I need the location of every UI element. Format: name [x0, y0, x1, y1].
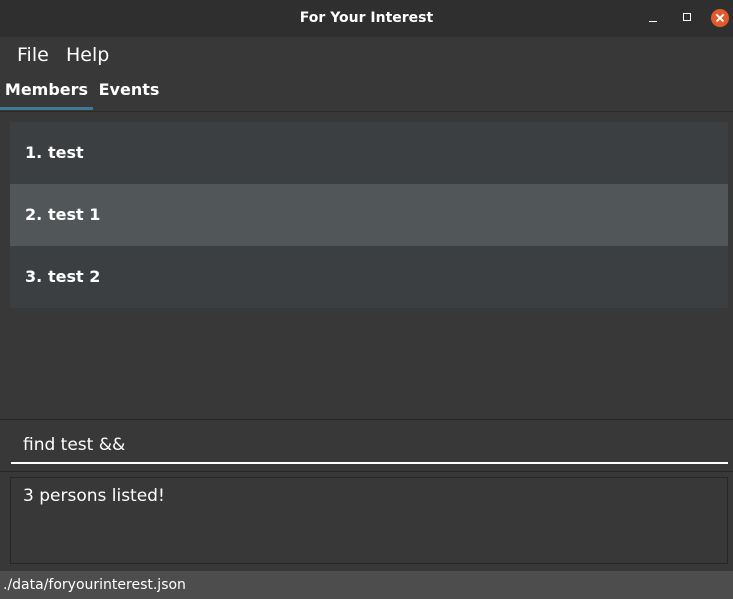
title-bar: For Your Interest — [0, 0, 733, 37]
menu-help[interactable]: Help — [66, 37, 109, 73]
save-location: ./data/foryourinterest.json — [3, 577, 186, 593]
minimize-icon — [649, 21, 657, 22]
status-bar: ./data/foryourinterest.json — [0, 571, 733, 599]
divider — [0, 471, 733, 472]
tab-bar: Members Events — [0, 73, 733, 112]
result-display[interactable]: 3 persons listed! — [10, 477, 728, 564]
member-list: 1. test 2. test 1 3. test 2 — [10, 122, 728, 308]
close-icon — [711, 9, 729, 27]
list-item-index: 1. — [25, 143, 43, 162]
divider — [0, 419, 733, 420]
maximize-icon — [683, 13, 691, 21]
list-item-name: test 2 — [48, 267, 101, 286]
list-item-index: 2. — [25, 205, 43, 224]
list-item-name: test — [48, 143, 84, 162]
menu-file[interactable]: File — [17, 37, 49, 73]
list-item-index: 3. — [25, 267, 43, 286]
close-button[interactable] — [707, 0, 733, 37]
maximize-button[interactable] — [673, 0, 701, 37]
list-item[interactable]: 3. test 2 — [10, 246, 728, 308]
window-title: For Your Interest — [299, 10, 434, 26]
menu-bar: File Help — [0, 37, 733, 73]
list-item-name: test 1 — [48, 205, 101, 224]
command-input[interactable] — [11, 428, 728, 464]
list-item[interactable]: 2. test 1 — [10, 184, 728, 246]
tab-events[interactable]: Events — [93, 73, 165, 109]
result-text: 3 persons listed! — [23, 486, 165, 506]
tab-members[interactable]: Members — [0, 73, 93, 110]
minimize-button[interactable] — [639, 0, 667, 37]
list-item[interactable]: 1. test — [10, 122, 728, 184]
